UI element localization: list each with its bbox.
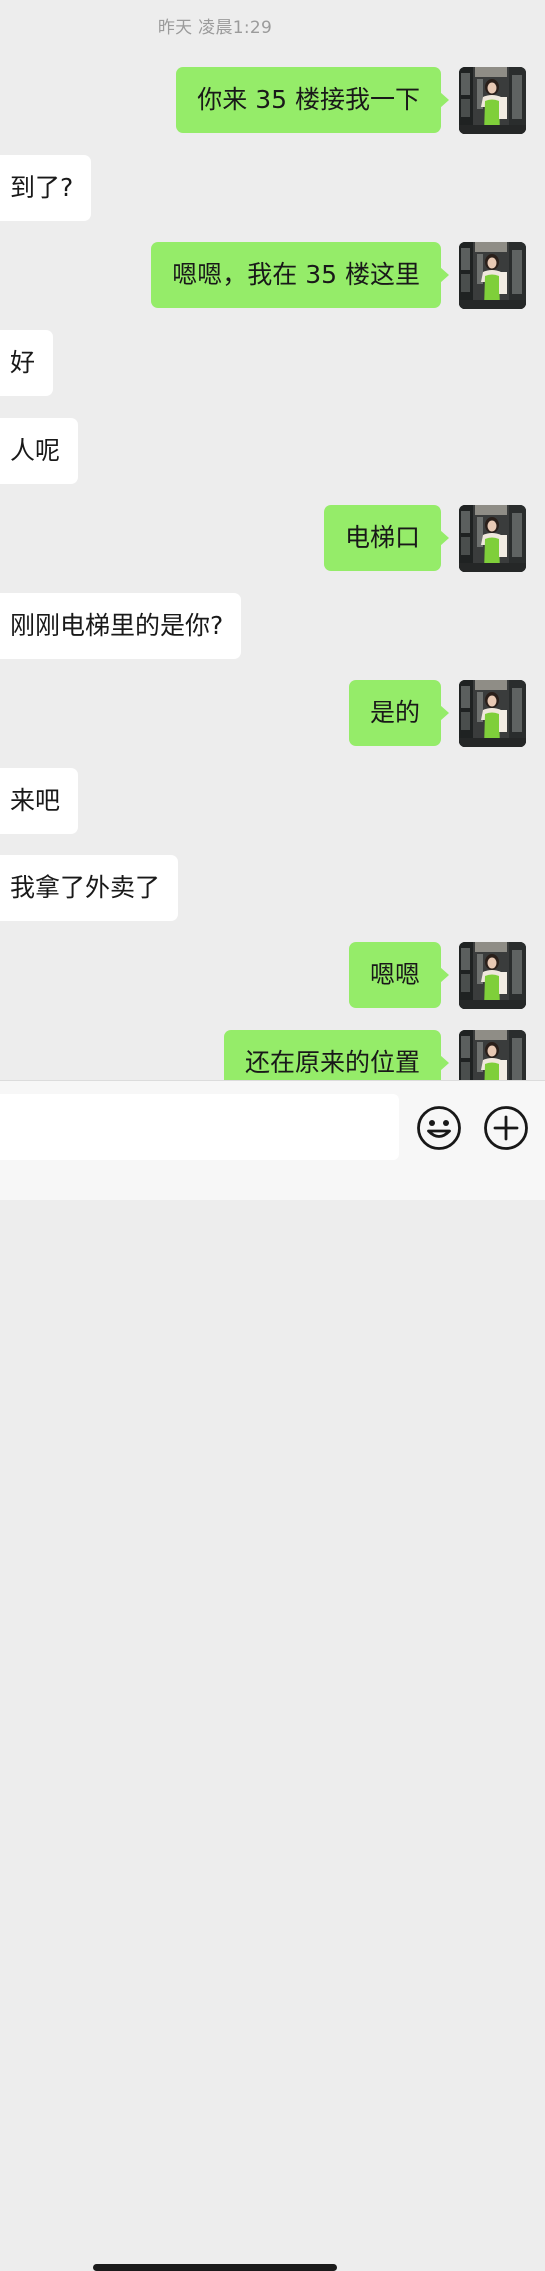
user-avatar[interactable] xyxy=(459,1030,526,1080)
emoji-icon[interactable] xyxy=(416,1105,462,1151)
user-avatar[interactable] xyxy=(459,505,526,572)
chat-area[interactable]: 昨天 凌晨1:29 你来 35 楼接我一下 到了? 嗯嗯，我在 35 楼这里 好… xyxy=(0,0,545,1080)
user-avatar[interactable] xyxy=(459,680,526,747)
message-timestamp: 昨天 凌晨1:29 xyxy=(157,18,273,38)
outgoing-message-bubble[interactable]: 嗯嗯，我在 35 楼这里 xyxy=(151,242,449,308)
outgoing-message-bubble[interactable]: 是的 xyxy=(348,680,450,746)
user-avatar[interactable] xyxy=(459,242,526,309)
input-toolbar xyxy=(0,1080,545,2271)
incoming-message-bubble[interactable]: 刚刚电梯里的是你? xyxy=(0,593,242,659)
outgoing-message-bubble[interactable]: 还在原来的位置 xyxy=(223,1030,450,1080)
outgoing-message-bubble[interactable]: 你来 35 楼接我一下 xyxy=(176,67,449,133)
incoming-message-bubble[interactable]: 我拿了外卖了 xyxy=(0,855,179,921)
message-input[interactable] xyxy=(0,1094,399,1160)
user-avatar[interactable] xyxy=(459,942,526,1009)
home-indicator[interactable] xyxy=(93,2264,337,2271)
incoming-message-bubble[interactable]: 人呢 xyxy=(0,418,79,484)
user-avatar[interactable] xyxy=(459,67,526,134)
incoming-message-bubble[interactable]: 来吧 xyxy=(0,768,79,834)
incoming-message-bubble[interactable]: 到了? xyxy=(0,155,92,221)
outgoing-message-bubble[interactable]: 嗯嗯 xyxy=(348,942,450,1008)
plus-circle-icon[interactable] xyxy=(483,1105,529,1151)
outgoing-message-bubble[interactable]: 电梯口 xyxy=(323,505,450,571)
incoming-message-bubble[interactable]: 好 xyxy=(0,330,54,396)
